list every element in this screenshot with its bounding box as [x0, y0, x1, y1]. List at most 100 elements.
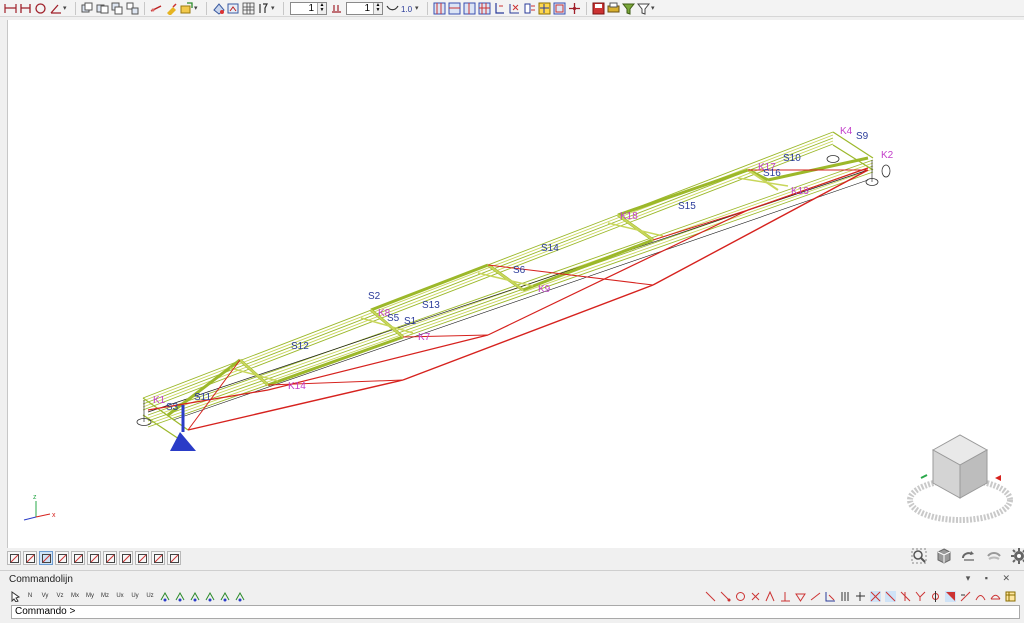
member-label[interactable]: S2	[368, 291, 381, 302]
snap-y-icon[interactable]	[914, 590, 926, 602]
node-label[interactable]: K4	[840, 126, 853, 137]
member-label[interactable]: S11	[194, 392, 211, 403]
member-label[interactable]: S16	[763, 168, 781, 179]
mirror-icon[interactable]	[189, 590, 201, 602]
near-chord-line[interactable]	[147, 168, 874, 425]
snap-angle-icon[interactable]	[764, 590, 776, 602]
panel-window-controls[interactable]: ▾ ▪ ✕	[966, 573, 1016, 584]
member-label[interactable]: S9	[856, 131, 869, 142]
scale-spinner-1[interactable]: 1 ▲ ▼	[290, 1, 327, 15]
result-vz-button[interactable]: Vz	[54, 590, 66, 602]
top-chord-line[interactable]	[142, 143, 834, 411]
copy-stack-icon[interactable]	[126, 2, 139, 15]
pencil-icon[interactable]	[7, 551, 21, 565]
member-label[interactable]: S10	[783, 153, 801, 164]
member-label[interactable]: S15	[678, 201, 696, 212]
snap-pick-icon[interactable]	[929, 590, 941, 602]
hinge-icon[interactable]	[234, 590, 246, 602]
move-icon[interactable]	[159, 590, 171, 602]
pattern-icon[interactable]	[119, 551, 133, 565]
spinner-arrows[interactable]: ▲ ▼	[373, 2, 382, 14]
dropdown-arrow[interactable]: ▾	[271, 4, 277, 12]
dropdown-arrow[interactable]: ▾	[194, 4, 200, 12]
measure-icon[interactable]	[150, 2, 163, 15]
spinner-arrows[interactable]: ▲ ▼	[317, 2, 326, 14]
move-icon[interactable]	[568, 2, 581, 15]
snap-active-2-icon[interactable]	[884, 590, 896, 602]
axis-line-2[interactable]	[172, 179, 869, 421]
snap-x-icon[interactable]	[899, 590, 911, 602]
array-icon[interactable]	[219, 590, 231, 602]
decimal-icon[interactable]: 1.0	[401, 2, 414, 15]
result-ux-button[interactable]: Ux	[114, 590, 126, 602]
copy-right-icon[interactable]	[96, 2, 109, 15]
result-mx-button[interactable]: Mx	[69, 590, 81, 602]
select-arrow-icon[interactable]	[9, 590, 21, 602]
structure-icon[interactable]	[87, 551, 101, 565]
chart-icon[interactable]	[55, 551, 69, 565]
node-label[interactable]: K18	[620, 211, 638, 222]
snap-edge-icon[interactable]	[959, 590, 971, 602]
member-label[interactable]: S1	[404, 316, 417, 327]
node-label[interactable]: K1	[153, 395, 166, 406]
bottom-chord-segment[interactable]	[402, 284, 654, 381]
filter-down-icon[interactable]	[637, 2, 650, 15]
brace-cross[interactable]	[607, 222, 664, 237]
dropdown-arrow[interactable]: ▾	[63, 4, 69, 12]
settings-icon[interactable]	[1011, 548, 1024, 564]
paint-icon[interactable]	[165, 2, 178, 15]
snap-line-2-icon[interactable]	[719, 590, 731, 602]
grid-icon[interactable]	[242, 2, 255, 15]
command-input[interactable]: Commando >	[11, 605, 1020, 619]
result-my-button[interactable]: My	[84, 590, 96, 602]
section-icon[interactable]	[553, 2, 566, 15]
copy-down-icon[interactable]	[111, 2, 124, 15]
cube-view-icon[interactable]	[936, 548, 952, 564]
spinner-value[interactable]: 1	[291, 3, 317, 14]
copy-icon[interactable]	[81, 2, 94, 15]
snap-node-icon[interactable]	[824, 590, 836, 602]
circle-icon[interactable]	[34, 2, 47, 15]
member-label[interactable]: S3	[166, 402, 179, 413]
result-uy-button[interactable]: Uy	[129, 590, 141, 602]
section-view-icon[interactable]	[103, 551, 117, 565]
mesh-right-icon[interactable]	[463, 2, 476, 15]
export-icon[interactable]	[180, 1, 193, 15]
render-icon[interactable]	[212, 2, 225, 15]
print-icon[interactable]	[607, 2, 620, 15]
snap-ortho-icon[interactable]	[854, 590, 866, 602]
result-n-button[interactable]: N	[24, 590, 36, 602]
snap-face-icon[interactable]	[944, 590, 956, 602]
member-label[interactable]: S5	[387, 313, 400, 324]
filter-icon[interactable]	[622, 2, 635, 15]
snap-circle-icon[interactable]	[734, 590, 746, 602]
result-mz-button[interactable]: Mz	[99, 590, 111, 602]
node-label[interactable]: K13	[791, 186, 809, 197]
snap-bridge-icon[interactable]	[989, 590, 1001, 602]
result-uz-button[interactable]: Uz	[144, 590, 156, 602]
dropdown-arrow[interactable]: ▾	[415, 4, 421, 12]
mesh-left-icon[interactable]	[448, 2, 461, 15]
load-icon[interactable]	[493, 2, 506, 15]
truss-model[interactable]: K4K2K8K1K7K18K13K17K9K14S9S10S16S15S14S6…	[8, 20, 1024, 548]
snap-cross-icon[interactable]	[749, 590, 761, 602]
save-icon[interactable]	[592, 2, 605, 15]
dimension-icon[interactable]	[4, 2, 17, 15]
render-view-icon[interactable]	[227, 2, 240, 15]
snap-line-icon[interactable]	[704, 590, 716, 602]
rotate-icon[interactable]	[961, 548, 977, 564]
scale-spinner-2[interactable]: 1 ▲ ▼	[346, 1, 383, 15]
near-chord-line[interactable]	[147, 171, 874, 428]
calendar-icon[interactable]	[151, 551, 165, 565]
eraser-icon[interactable]	[23, 551, 37, 565]
member-label[interactable]: S14	[541, 243, 559, 254]
scale-load-icon[interactable]	[330, 2, 343, 15]
member-label[interactable]: S12	[291, 341, 309, 352]
hinge-icon[interactable]	[538, 2, 551, 15]
node-label[interactable]: K14	[288, 381, 306, 392]
book-icon[interactable]	[135, 551, 149, 565]
node-icon[interactable]	[19, 2, 32, 15]
hierarchy-icon[interactable]	[71, 551, 85, 565]
snap-active-1-icon[interactable]	[869, 590, 881, 602]
red-web[interactable]	[652, 209, 749, 241]
